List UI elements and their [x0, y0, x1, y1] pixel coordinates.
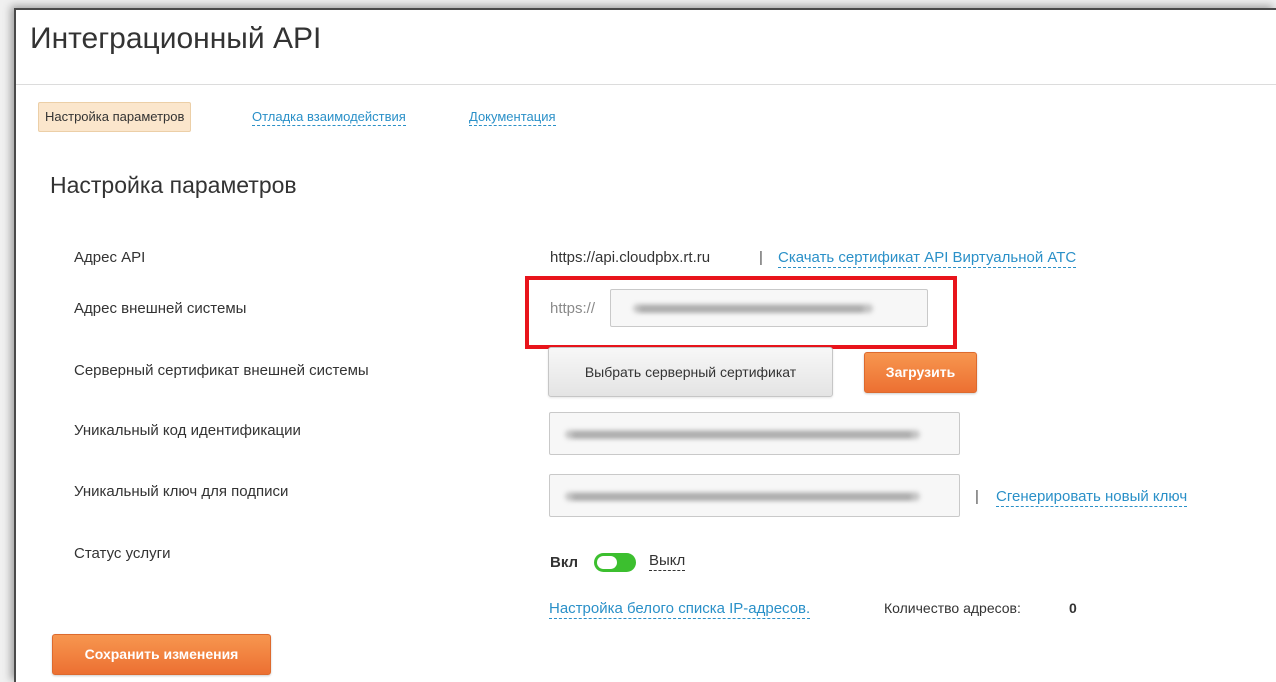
signing-key-label: Уникальный ключ для подписи — [74, 483, 289, 500]
integration-api-panel: Интеграционный API Настройка параметров … — [14, 8, 1276, 682]
blurred-value-detail — [639, 306, 864, 312]
external-address-prefix: https:// — [550, 300, 596, 317]
generate-key-link[interactable]: Сгенерировать новый ключ — [996, 488, 1188, 507]
ip-whitelist-link[interactable]: Настройка белого списка IP-адресов. — [549, 600, 811, 619]
section-title: Настройка параметров — [50, 172, 297, 198]
signing-key-field[interactable] — [549, 474, 960, 517]
api-address-label: Адрес API — [74, 249, 146, 266]
api-address-value: https://api.cloudpbx.rt.ru — [550, 249, 711, 266]
external-address-label: Адрес внешней системы — [74, 300, 247, 317]
server-certificate-label: Серверный сертификат внешней системы — [74, 362, 369, 379]
api-address-separator: | — [759, 249, 763, 266]
external-address-input[interactable] — [610, 289, 928, 327]
upload-button[interactable]: Загрузить — [864, 352, 977, 393]
status-on-label: Вкл — [550, 554, 579, 571]
choose-certificate-button[interactable]: Выбрать серверный сертификат — [548, 347, 833, 397]
save-changes-button[interactable]: Сохранить изменения — [52, 634, 271, 675]
status-off-label[interactable]: Выкл — [649, 552, 686, 571]
title-divider — [16, 84, 1276, 85]
blurred-value-detail — [572, 494, 912, 500]
unique-code-label: Уникальный код идентификации — [74, 422, 301, 439]
unique-code-field[interactable] — [549, 412, 960, 455]
signing-key-separator: | — [975, 488, 979, 505]
blurred-value-detail — [572, 432, 912, 438]
status-toggle[interactable] — [594, 553, 636, 572]
address-count-label: Количество адресов: — [884, 600, 1021, 616]
tab-debug[interactable]: Отладка взаимодействия — [252, 109, 406, 126]
page-title: Интеграционный API — [30, 22, 322, 55]
tab-settings[interactable]: Настройка параметров — [38, 102, 192, 132]
tab-documentation[interactable]: Документация — [469, 109, 556, 126]
toggle-knob — [597, 556, 617, 569]
address-count-value: 0 — [1069, 600, 1077, 616]
download-certificate-link[interactable]: Скачать сертификат API Виртуальной АТС — [778, 249, 1077, 268]
service-status-label: Статус услуги — [74, 545, 171, 562]
